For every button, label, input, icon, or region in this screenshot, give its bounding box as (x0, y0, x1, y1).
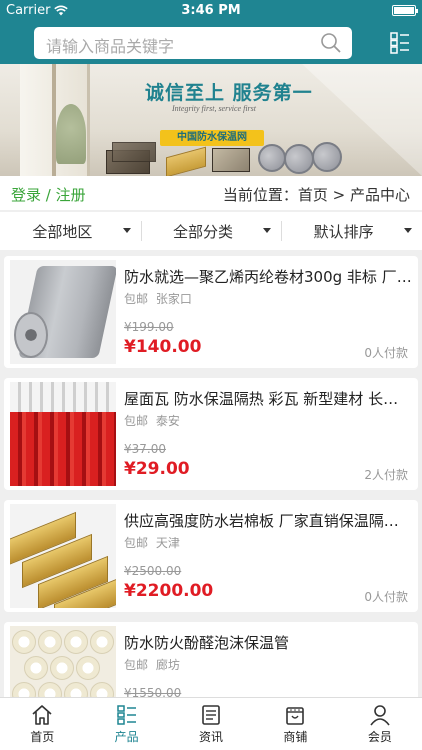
status-bar: Carrier 3:46 PM (0, 0, 422, 22)
sale-price: ¥140.00 (124, 337, 202, 357)
search-placeholder: 请输入商品关键字 (46, 37, 175, 56)
list-icon (116, 705, 136, 725)
search-input[interactable]: 请输入商品关键字 (34, 27, 352, 59)
product-title[interactable]: 防水防火酚醛泡沫保温管 (124, 632, 412, 653)
product-meta: 包邮 天津 (124, 534, 180, 551)
sold-count: 2人付款 (364, 468, 408, 482)
product-image[interactable] (10, 504, 116, 608)
product-meta: 包邮 廊坊 (124, 656, 180, 673)
location-label: 廊坊 (155, 658, 180, 672)
login-register-link[interactable]: 登录 / 注册 (11, 184, 86, 205)
sold-count: 0人付款 (364, 590, 408, 604)
banner-tape-roll (312, 142, 342, 172)
product-card[interactable]: 屋面瓦 防水保温隔热 彩瓦 新型建材 长期供应 包邮 泰安 ¥37.00 ¥29… (4, 378, 418, 490)
search-icon[interactable] (320, 32, 342, 54)
caret-down-icon (122, 228, 131, 233)
product-meta: 包邮 泰安 (124, 412, 180, 429)
breadcrumb: 当前位置：首页 > 产品中心 (222, 186, 410, 204)
filter-region[interactable]: 全部地区 (0, 212, 141, 250)
filter-label: 全部地区 (32, 222, 93, 241)
tab-label: 资讯 (199, 730, 224, 744)
filter-label: 全部分类 (173, 222, 234, 241)
app-header: 请输入商品关键字 (0, 22, 422, 64)
bottom-tab-bar: 首页 产品 资讯 商铺 会员 (0, 697, 422, 750)
sold-count: 0人付款 (364, 346, 408, 360)
product-card[interactable]: 防水就选—聚乙烯丙纶卷材300g 非标 厂家直销 包邮 张家口 ¥199.00 … (4, 256, 418, 368)
battery-icon (392, 5, 418, 16)
filter-sort[interactable]: 默认排序 (281, 212, 422, 250)
location-label: 泰安 (155, 414, 180, 428)
filter-bar: 全部地区 全部分类 默认排序 (0, 212, 422, 250)
caret-down-icon (263, 228, 272, 233)
product-image[interactable] (10, 382, 116, 486)
banner-tape-roll (258, 144, 286, 172)
shipping-label: 包邮 (124, 658, 149, 672)
sale-price: ¥29.00 (124, 459, 190, 479)
category-menu-icon[interactable] (390, 32, 410, 54)
product-title[interactable]: 供应高强度防水岩棉板 厂家直销保温隔热材料 (124, 510, 412, 531)
banner-plant (56, 104, 86, 164)
location-label: 天津 (155, 536, 180, 550)
location-label: 张家口 (155, 292, 192, 306)
banner-tag: 中国防水保温网 (160, 130, 264, 146)
banner-tape-roll (284, 144, 314, 174)
promo-banner[interactable]: 诚信至上 服务第一 Integrity first, service first… (0, 64, 422, 176)
banner-wool (166, 146, 206, 176)
banner-slogan: 诚信至上 服务第一 (145, 82, 313, 104)
original-price: ¥2500.00 (124, 564, 182, 578)
login-bar: 登录 / 注册 当前位置：首页 > 产品中心 (0, 176, 422, 210)
tab-products[interactable]: 产品 (84, 698, 168, 750)
banner-subtitle: Integrity first, service first (172, 104, 256, 113)
tab-home[interactable]: 首页 (0, 698, 84, 750)
product-meta: 包邮 张家口 (124, 290, 192, 307)
product-card[interactable]: 供应高强度防水岩棉板 厂家直销保温隔热材料 包邮 天津 ¥2500.00 ¥22… (4, 500, 418, 612)
shop-icon (286, 707, 305, 725)
product-title[interactable]: 防水就选—聚乙烯丙纶卷材300g 非标 厂家直销 (124, 266, 412, 287)
filter-category[interactable]: 全部分类 (140, 212, 282, 250)
user-icon (370, 705, 390, 726)
tab-label: 首页 (30, 730, 55, 744)
banner-board (212, 148, 250, 172)
status-time: 3:46 PM (181, 3, 241, 18)
shipping-label: 包邮 (124, 414, 149, 428)
tab-label: 商铺 (283, 730, 308, 744)
sale-price: ¥2200.00 (124, 581, 214, 601)
home-icon (32, 705, 52, 725)
original-price: ¥37.00 (124, 442, 166, 456)
tab-news[interactable]: 资讯 (169, 698, 253, 750)
product-image[interactable] (10, 260, 116, 364)
tab-label: 产品 (114, 730, 139, 744)
banner-board (112, 142, 156, 162)
tab-shop[interactable]: 商铺 (253, 698, 337, 750)
caret-down-icon (404, 228, 413, 233)
tab-label: 会员 (367, 730, 392, 744)
news-icon (202, 705, 220, 725)
filter-label: 默认排序 (313, 222, 374, 241)
shipping-label: 包邮 (124, 536, 149, 550)
product-title[interactable]: 屋面瓦 防水保温隔热 彩瓦 新型建材 长期供应 (124, 388, 412, 409)
tab-member[interactable]: 会员 (338, 698, 422, 750)
original-price: ¥199.00 (124, 320, 174, 334)
shipping-label: 包邮 (124, 292, 149, 306)
